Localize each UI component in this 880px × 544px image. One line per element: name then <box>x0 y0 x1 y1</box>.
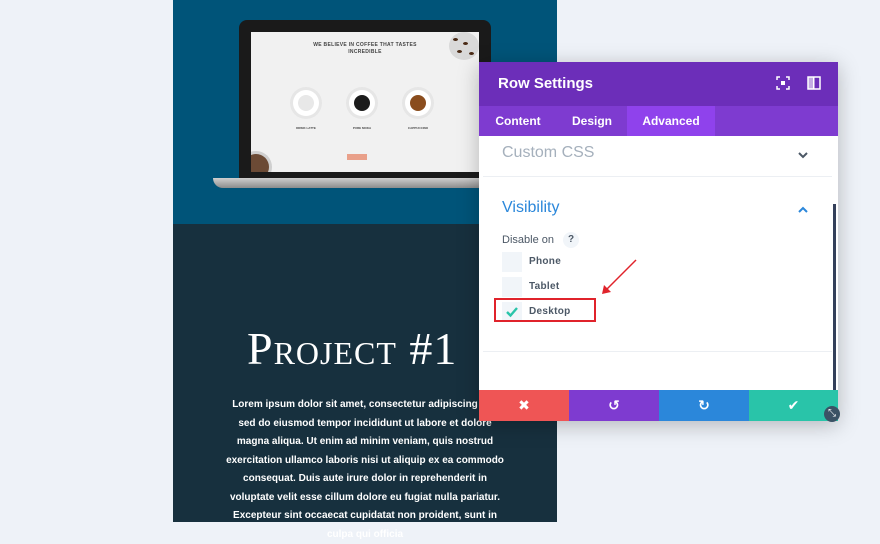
resize-handle-icon[interactable]: ⤡ <box>824 406 840 422</box>
tab-design[interactable]: Design <box>557 106 627 136</box>
scrollbar[interactable] <box>833 204 836 390</box>
moka-cup-image <box>349 90 375 116</box>
annotation-highlight-box <box>494 298 596 322</box>
section-divider <box>483 176 832 177</box>
tab-content[interactable]: Content <box>479 106 557 136</box>
undo-button[interactable]: ↺ <box>569 390 659 421</box>
laptop-item-label: DRINK LATTE <box>296 126 316 130</box>
laptop-cta-button <box>347 154 367 160</box>
coffee-beans-image <box>449 32 479 60</box>
settings-tabs: Content Design Advanced <box>479 106 838 136</box>
laptop-screen: WE BELIEVE IN COFFEE THAT TASTES INCREDI… <box>251 32 479 172</box>
fullscreen-icon[interactable] <box>775 76 791 92</box>
visibility-section-title[interactable]: Visibility <box>502 199 560 217</box>
section-divider <box>483 351 832 352</box>
checkbox-label: Tablet <box>529 281 560 292</box>
disable-on-label: Disable on <box>502 234 554 246</box>
chevron-down-icon[interactable] <box>797 148 809 160</box>
laptop-item-label: PURE MOKA <box>352 126 372 130</box>
tab-advanced[interactable]: Advanced <box>627 106 715 136</box>
laptop-mockup: WE BELIEVE IN COFFEE THAT TASTES INCREDI… <box>239 20 491 180</box>
modal-header: Row Settings <box>479 62 838 106</box>
custom-css-section-title[interactable]: Custom CSS <box>502 144 594 162</box>
sidebar-toggle-icon[interactable] <box>806 76 822 92</box>
cookie-plate-image <box>251 154 269 172</box>
checkbox-box[interactable] <box>502 252 522 272</box>
modal-title: Row Settings <box>498 75 594 92</box>
cappuccino-cup-image <box>405 90 431 116</box>
annotation-arrow-icon <box>602 259 637 294</box>
laptop-base <box>213 178 517 188</box>
redo-button[interactable]: ↻ <box>659 390 749 421</box>
discard-button[interactable]: ✖ <box>479 390 569 421</box>
row-settings-modal: Row Settings Content Design Advanced Cus… <box>479 62 838 421</box>
laptop-item-label: CAPPUCCINO <box>407 126 429 130</box>
laptop-headline: WE BELIEVE IN COFFEE THAT TASTES INCREDI… <box>313 42 417 55</box>
modal-footer: ✖ ↺ ↻ ✔ <box>479 390 838 421</box>
checkbox-box[interactable] <box>502 277 522 297</box>
help-icon[interactable]: ? <box>563 232 579 248</box>
latte-cup-image <box>293 90 319 116</box>
checkbox-label: Phone <box>529 256 562 267</box>
chevron-up-icon[interactable] <box>797 203 809 215</box>
